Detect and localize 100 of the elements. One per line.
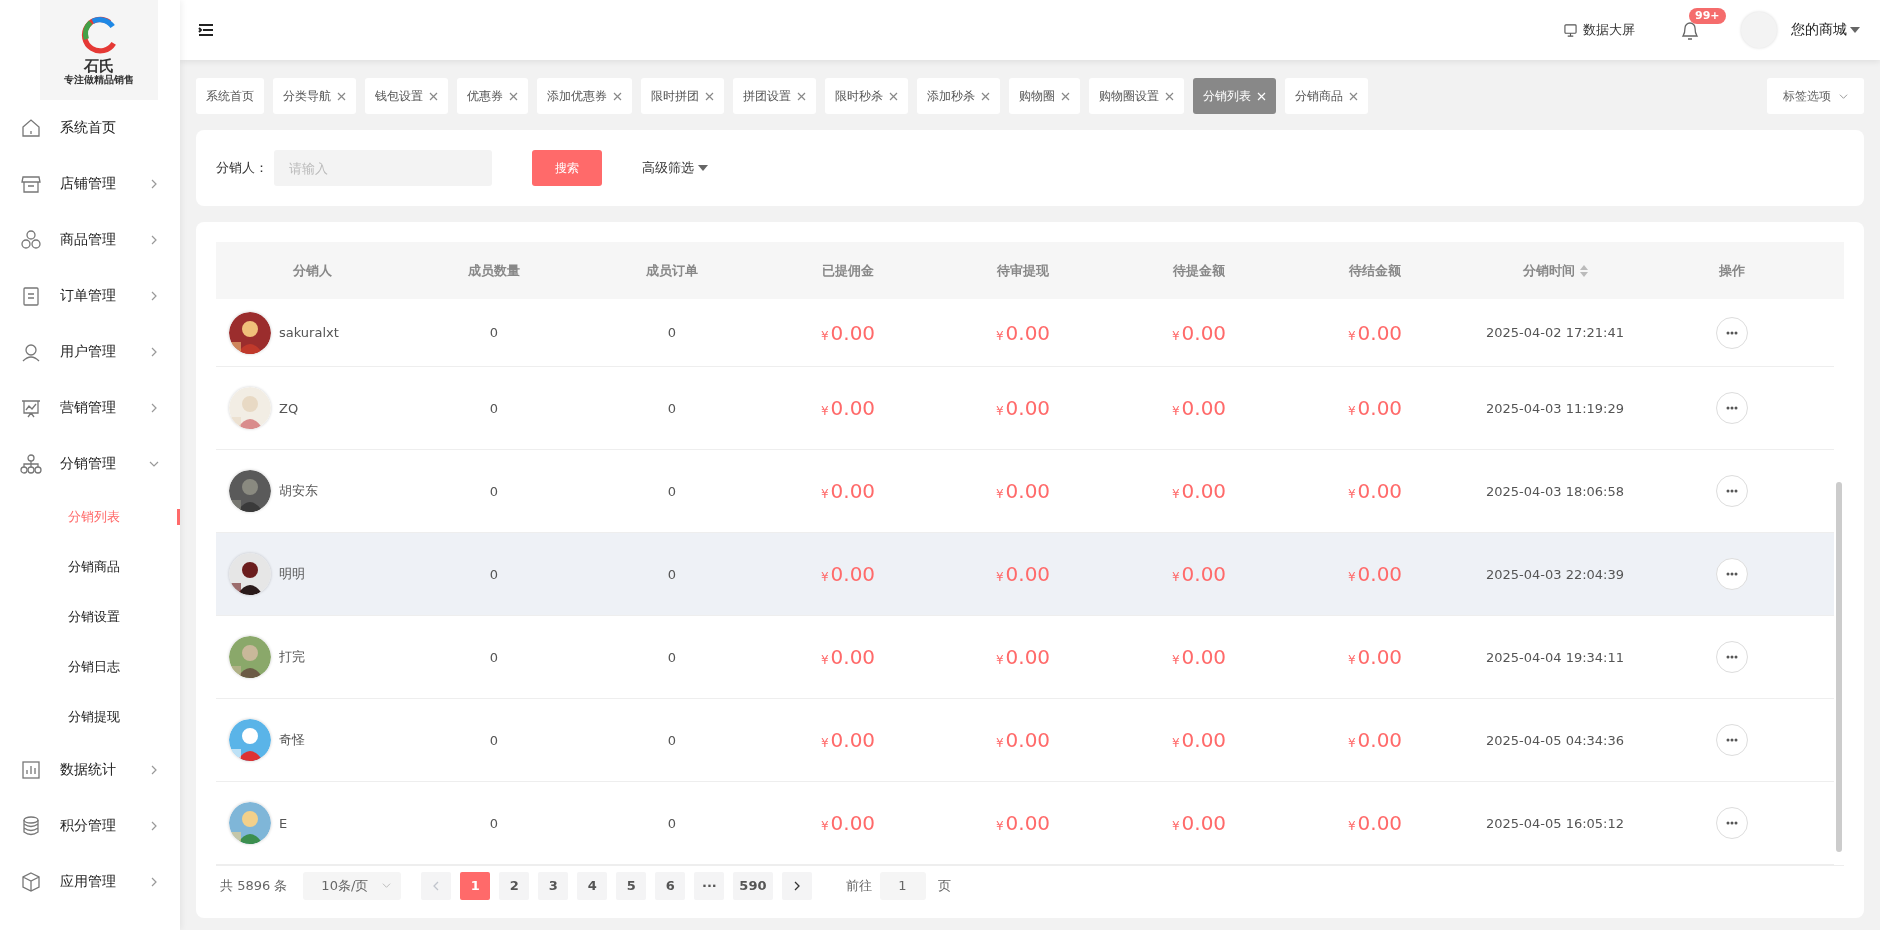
chart-board-icon <box>20 397 42 419</box>
submenu-item[interactable]: 分销提现 <box>0 692 180 742</box>
tab[interactable]: 购物圈 <box>1009 78 1080 114</box>
more-button[interactable] <box>1716 475 1748 507</box>
submenu-item[interactable]: 分销日志 <box>0 642 180 692</box>
menu-item[interactable]: 用户管理 <box>0 324 180 380</box>
tab[interactable]: 限时秒杀 <box>825 78 908 114</box>
sort-icon[interactable] <box>1579 264 1588 277</box>
menu-icon[interactable] <box>198 23 214 37</box>
menu-item[interactable]: 营销管理 <box>0 380 180 436</box>
column-header: 成员数量 <box>467 261 521 280</box>
advanced-filter-toggle[interactable]: 高级筛选 <box>642 159 708 177</box>
table-cell: 2025-04-05 04:34:36 <box>1485 732 1625 748</box>
tab[interactable]: 分销列表 <box>1193 78 1276 114</box>
table-cell: 0 <box>489 732 499 748</box>
tab[interactable]: 钱包设置 <box>365 78 448 114</box>
page-button[interactable]: 590 <box>733 871 773 900</box>
column-header: 待审提现 <box>996 261 1050 280</box>
page-button[interactable]: 3 <box>538 871 569 900</box>
table-cell: 0 <box>489 815 499 831</box>
tab[interactable]: 分销商品 <box>1285 78 1368 114</box>
menu-item[interactable]: 订单管理 <box>0 268 180 324</box>
screen-link[interactable]: 数据大屏 <box>1564 21 1635 39</box>
tab[interactable]: 添加优惠券 <box>537 78 632 114</box>
more-button[interactable] <box>1716 392 1748 424</box>
ellipsis-icon <box>1726 572 1738 576</box>
column-header: 分销人 <box>291 261 333 280</box>
amount: ¥0.00 <box>995 645 1051 669</box>
ellipsis-icon <box>1726 821 1738 825</box>
amount: ¥0.00 <box>995 396 1051 420</box>
tab[interactable]: 购物圈设置 <box>1089 78 1184 114</box>
coins-icon <box>20 815 42 837</box>
more-button[interactable] <box>1716 316 1748 349</box>
close-icon <box>509 91 518 101</box>
tab[interactable]: 限时拼团 <box>641 78 724 114</box>
column-header: 操作 <box>1718 261 1746 280</box>
close-icon <box>797 91 806 101</box>
amount: ¥0.00 <box>820 562 876 586</box>
amount: ¥0.00 <box>1171 728 1227 752</box>
page-button[interactable]: 2 <box>499 871 530 900</box>
amount: ¥0.00 <box>820 811 876 835</box>
more-button[interactable] <box>1716 724 1748 756</box>
ellipsis-icon <box>1726 406 1738 410</box>
submenu-item[interactable]: 分销商品 <box>0 542 180 592</box>
tab[interactable]: 优惠券 <box>457 78 528 114</box>
table-cell: 0 <box>489 566 499 582</box>
chevron-down-icon <box>382 881 392 890</box>
tab[interactable]: 拼团设置 <box>733 78 816 114</box>
store-menu[interactable]: 您的商城 <box>1791 21 1860 39</box>
menu-item[interactable]: 系统首页 <box>0 100 180 156</box>
page-button[interactable]: 5 <box>616 871 647 900</box>
table-cell: 2025-04-03 22:04:39 <box>1485 566 1625 582</box>
tab[interactable]: 添加秒杀 <box>917 78 1000 114</box>
amount: ¥0.00 <box>995 479 1051 503</box>
amount: ¥0.00 <box>1171 562 1227 586</box>
page-size-select[interactable]: 10条/页 <box>303 871 402 900</box>
page-button[interactable]: 4 <box>577 871 608 900</box>
more-button[interactable] <box>1716 807 1748 839</box>
amount: ¥0.00 <box>820 728 876 752</box>
scrollbar-thumb[interactable] <box>1836 482 1842 852</box>
user-icon <box>20 341 42 363</box>
amount: ¥0.00 <box>820 320 876 345</box>
close-icon <box>429 91 438 101</box>
menu-item[interactable]: 积分管理 <box>0 798 180 854</box>
table-cell: 0 <box>667 732 677 748</box>
menu-item[interactable]: 分销管理 <box>0 436 180 492</box>
ellipsis-icon <box>1726 330 1738 335</box>
tab-options-button[interactable]: 标签选项 <box>1767 78 1864 114</box>
close-icon <box>613 91 622 101</box>
chevron-right-icon <box>792 880 801 891</box>
menu-item[interactable]: 商品管理 <box>0 212 180 268</box>
amount: ¥0.00 <box>1347 562 1403 586</box>
amount: ¥0.00 <box>995 562 1051 586</box>
distributor-name: 打完 <box>279 648 305 666</box>
submenu-item[interactable]: 分销设置 <box>0 592 180 642</box>
tab[interactable]: 系统首页 <box>196 78 264 114</box>
page-number-field[interactable]: 1 <box>879 871 926 900</box>
more-button[interactable] <box>1716 641 1748 673</box>
more-button[interactable] <box>1716 558 1748 590</box>
page-button[interactable]: 6 <box>655 871 686 900</box>
tab[interactable]: 分类导航 <box>273 78 356 114</box>
amount: ¥0.00 <box>820 645 876 669</box>
ellipsis-icon <box>1726 738 1738 742</box>
close-icon <box>1165 91 1174 101</box>
amount: ¥0.00 <box>1347 320 1403 345</box>
table-cell: 0 <box>667 649 677 665</box>
table-cell: 0 <box>667 400 677 416</box>
amount: ¥0.00 <box>1347 479 1403 503</box>
close-icon <box>705 91 714 101</box>
next-page-button[interactable] <box>781 871 812 900</box>
menu-item[interactable]: 应用管理 <box>0 854 180 910</box>
amount: ¥0.00 <box>1171 479 1227 503</box>
menu-item[interactable]: 店铺管理 <box>0 156 180 212</box>
bar-chart-icon <box>20 759 42 781</box>
menu-item[interactable]: 数据统计 <box>0 742 180 798</box>
chevron-down-icon <box>1839 91 1848 101</box>
table-cell: 0 <box>489 325 499 340</box>
table-cell: 0 <box>667 566 677 582</box>
column-header: 待结金额 <box>1348 261 1402 280</box>
page-button[interactable]: ··· <box>694 871 725 900</box>
